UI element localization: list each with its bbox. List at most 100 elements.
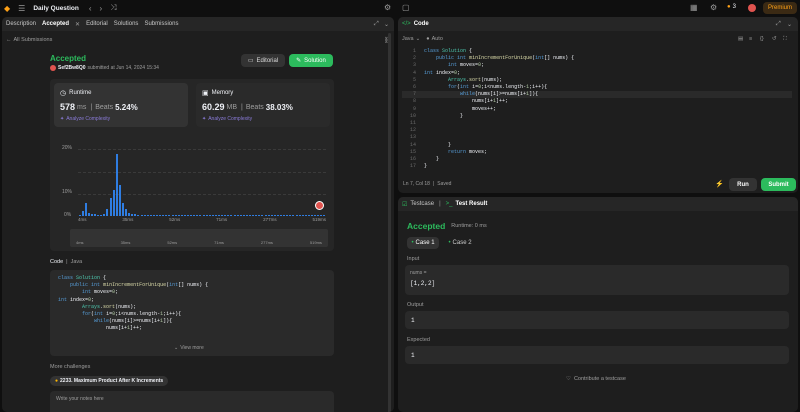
chart-bar[interactable] <box>87 212 90 216</box>
tab-accepted[interactable]: Accepted <box>42 21 69 27</box>
chart-bar[interactable] <box>304 215 307 216</box>
editor-code-area[interactable]: 1 class Solution {2 public int minIncreme… <box>402 48 792 174</box>
chart-bar[interactable] <box>255 215 258 216</box>
tab-editorial[interactable]: Editorial <box>86 21 108 27</box>
chart-bar[interactable] <box>208 215 211 216</box>
chart-bar[interactable] <box>156 215 159 216</box>
chart-bar[interactable] <box>301 215 304 216</box>
chart-bar[interactable] <box>187 215 190 216</box>
chart-bar[interactable] <box>317 215 320 216</box>
layout-icon[interactable]: ▦ <box>690 3 698 12</box>
chart-bar[interactable] <box>239 215 242 216</box>
challenge-chip[interactable]: ● 2233. Maximum Product After K Incremen… <box>50 376 169 386</box>
chart-bar[interactable] <box>78 214 81 216</box>
chart-bar[interactable] <box>180 215 183 216</box>
chart-bar[interactable] <box>152 215 155 216</box>
chart-bar[interactable] <box>165 215 168 216</box>
chart-bar[interactable] <box>131 213 134 216</box>
chart-bar[interactable] <box>115 154 118 216</box>
memory-analyze[interactable]: ✦ Analyze Complexity <box>202 116 252 122</box>
chart-bar[interactable] <box>199 215 202 216</box>
chart-bar[interactable] <box>94 214 97 216</box>
chart-bar[interactable] <box>205 215 208 216</box>
username[interactable]: Sef2Bw8Q0 <box>58 65 86 71</box>
code-preview[interactable]: class Solution { public int minIncrement… <box>50 270 334 356</box>
runtime-analyze[interactable]: ✦ Analyze Complexity <box>60 116 110 122</box>
chart-bar[interactable] <box>137 214 140 216</box>
back-link[interactable]: ← All Submissions <box>6 37 52 43</box>
scrollbar[interactable] <box>388 33 391 412</box>
more-icon[interactable]: ⌄ <box>787 21 792 28</box>
chart-bar[interactable] <box>171 215 174 216</box>
console-icon[interactable]: ⚡ <box>715 180 724 188</box>
format-icon[interactable]: ≡ <box>749 36 752 42</box>
chart-bar[interactable] <box>128 212 131 216</box>
chart-bar[interactable] <box>146 215 149 216</box>
chart-bar[interactable] <box>90 213 93 216</box>
run-button[interactable]: Run <box>729 178 757 191</box>
chart-bar[interactable] <box>233 215 236 216</box>
chart-bar[interactable] <box>97 214 100 216</box>
chart-bar[interactable] <box>264 215 267 216</box>
chart-bar[interactable] <box>125 209 128 216</box>
chart-bar[interactable] <box>307 215 310 216</box>
next-icon[interactable]: › <box>100 4 103 13</box>
streak-counter[interactable]: ● 3 <box>727 4 736 10</box>
logo-icon[interactable]: ◆ <box>4 4 10 13</box>
chart-bar[interactable] <box>211 215 214 216</box>
chart-bar[interactable] <box>242 215 245 216</box>
chart-bar[interactable] <box>168 215 171 216</box>
chart-bar[interactable] <box>289 215 292 216</box>
chart-bar[interactable] <box>214 215 217 216</box>
chart-bar[interactable] <box>140 214 143 216</box>
notes-icon[interactable]: ▢ <box>402 3 410 12</box>
memory-card[interactable]: ▣ Memory 60.29 MB | Beats 38.03% ✦ Analy… <box>196 83 330 127</box>
chart-bar[interactable] <box>230 215 233 216</box>
submit-button[interactable]: Submit <box>761 178 796 191</box>
tab-solutions[interactable]: Solutions <box>114 21 139 27</box>
debug-icon[interactable]: ⚙ <box>384 3 391 12</box>
chart-bar[interactable] <box>196 215 199 216</box>
premium-button[interactable]: Premium <box>763 2 797 14</box>
chart-bar[interactable] <box>292 215 295 216</box>
chart-bar[interactable] <box>177 215 180 216</box>
chart-bar[interactable] <box>103 213 106 216</box>
chart-bar[interactable] <box>283 215 286 216</box>
bookmark-icon[interactable]: ▤ <box>738 36 743 42</box>
chart-bar[interactable] <box>162 215 165 216</box>
language-select[interactable]: Java <box>402 36 414 42</box>
chart-bar[interactable] <box>183 215 186 216</box>
chart-bar[interactable] <box>249 215 252 216</box>
chart-bar[interactable] <box>270 215 273 216</box>
reset-icon[interactable]: ↺ <box>772 36 777 42</box>
expand-icon[interactable]: ⤢ <box>776 21 781 28</box>
solution-button[interactable]: ✎ Solution <box>289 54 333 67</box>
chart-bar[interactable] <box>221 215 224 216</box>
chart-bar[interactable] <box>174 215 177 216</box>
chart-bar[interactable] <box>258 215 261 216</box>
expand-icon[interactable]: ⤢ <box>374 21 379 28</box>
runtime-chart[interactable]: 20% 10% 0% 4ms 35ms 52ms 71ms 277ms 519m… <box>50 141 334 251</box>
case-1-tab[interactable]: • Case 1 <box>407 237 439 249</box>
chart-bar[interactable] <box>121 202 124 216</box>
chart-bar[interactable] <box>224 215 227 216</box>
chart-bar[interactable] <box>118 185 121 216</box>
tab-description[interactable]: Description <box>6 21 36 27</box>
chart-bar[interactable] <box>286 215 289 216</box>
chart-bar[interactable] <box>218 215 221 216</box>
chart-bar[interactable] <box>81 210 84 216</box>
chart-bar[interactable] <box>190 215 193 216</box>
chart-bar[interactable] <box>112 189 115 216</box>
tab-submissions[interactable]: Submissions <box>144 21 178 27</box>
chart-bar[interactable] <box>298 215 301 216</box>
runtime-card[interactable]: ◷ Runtime 578 ms | Beats 5.24% ✦ Analyze… <box>54 83 188 127</box>
shuffle-icon[interactable]: ⤨ <box>110 3 116 13</box>
avatar[interactable] <box>748 4 756 12</box>
problem-list-title[interactable]: Daily Question <box>33 5 79 12</box>
chart-bar[interactable] <box>323 215 326 216</box>
prev-icon[interactable]: ‹ <box>89 4 92 13</box>
chart-bar[interactable] <box>280 215 283 216</box>
chart-bar[interactable] <box>245 215 248 216</box>
settings-icon[interactable]: ⚙ <box>710 3 717 12</box>
chart-bar[interactable] <box>314 215 317 216</box>
